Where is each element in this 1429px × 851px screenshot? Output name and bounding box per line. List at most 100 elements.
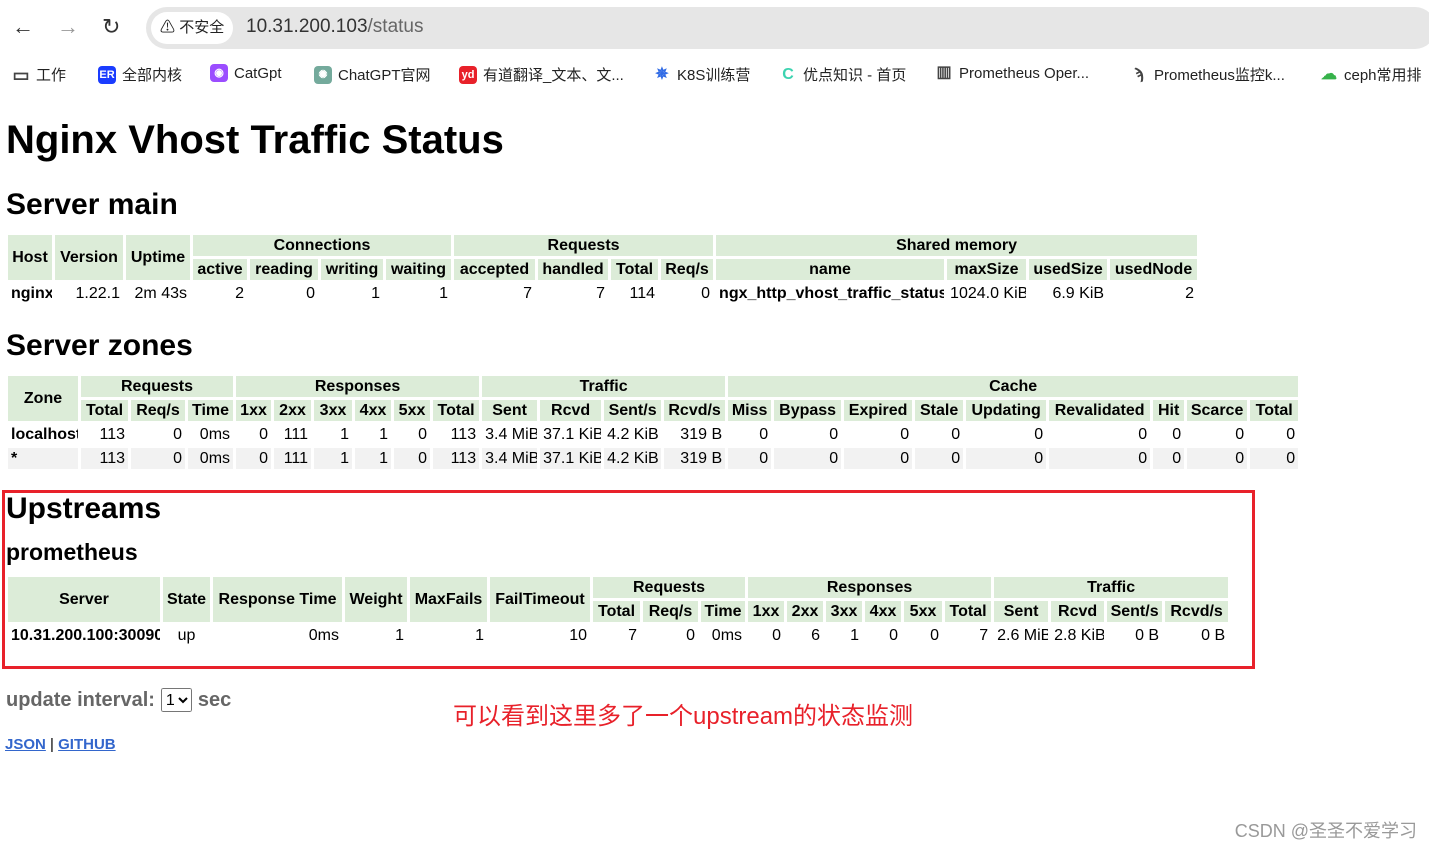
table-cell: 2m 43s: [134, 284, 187, 302]
column-header: Response Time: [213, 577, 342, 622]
column-header: Version: [55, 235, 123, 280]
table-cell: 7: [523, 284, 533, 302]
table-cell: 1: [355, 448, 392, 469]
header-row: Total Req/s Time 1xx 2xx 3xx 4xx 5xx Total Sent Rc…: [8, 400, 1299, 421]
table-cell: 113: [99, 425, 125, 443]
github-link[interactable]: GITHUB: [58, 736, 116, 753]
column-header: writing: [321, 259, 383, 280]
table-cell: 6.9 KiB: [1052, 284, 1105, 302]
column-header: Req/s: [661, 259, 714, 280]
back-icon[interactable]: ←: [12, 14, 34, 40]
table-cell: 0ms: [188, 448, 234, 469]
bookmark-item[interactable]: yd 有道翻译_文本、文...: [459, 64, 624, 85]
table-cell: 111: [283, 425, 309, 443]
table-cell: 2.8 KiB: [1054, 626, 1105, 644]
table-cell: 1: [439, 284, 449, 302]
table-row: nginx 1.22.1 2m 43s 2 0 1 1 7 7 114 0 ngx_http_vhos…: [8, 283, 1197, 304]
column-header: Rcvd/s: [664, 400, 726, 421]
table-row: 10.31.200.100:30090 up 0ms 1 1 10 7 0 0ms 0 6 1 0 0 7 2…: [8, 625, 1228, 646]
column-header: Zone: [8, 376, 78, 421]
table-cell: 0: [418, 425, 428, 443]
page-title: Nginx Vhost Traffic Status: [6, 118, 504, 162]
column-header: Connections: [193, 235, 452, 256]
table-cell: 0: [236, 448, 272, 469]
column-header: Total: [1250, 400, 1299, 421]
column-header: Total: [945, 601, 992, 622]
table-cell: 7: [979, 626, 989, 644]
column-header: Sent/s: [604, 400, 662, 421]
column-header: Traffic: [482, 376, 726, 397]
update-interval: update interval: 1 sec: [6, 688, 231, 712]
table-cell: 4.2 KiB: [604, 448, 662, 469]
browser-chrome: ← → ↻ ⚠ 不安全 10.31.200.103/status ▭ 工作 ER 全部…: [0, 0, 1429, 96]
security-chip[interactable]: ⚠ 不安全: [151, 12, 234, 44]
column-header: Sent: [994, 601, 1049, 622]
header-row: Server State Response Time Weight MaxFails Fa…: [8, 577, 1229, 622]
table-cell: 1.22.1: [75, 284, 120, 302]
table-cell: 2.6 MiB: [997, 626, 1049, 644]
forward-icon[interactable]: →: [57, 14, 79, 40]
table-cell: 319 B: [664, 448, 726, 469]
upstream-name: prometheus: [6, 539, 138, 565]
bookmark-item[interactable]: ◉ CatGpt: [210, 64, 282, 82]
column-header: Hit: [1153, 400, 1185, 421]
update-interval-select[interactable]: 1: [160, 688, 192, 712]
table-cell: 0: [1034, 425, 1044, 443]
column-header: Server: [8, 577, 160, 622]
column-header: 2xx: [787, 601, 824, 622]
table-cell: 0 B: [1135, 626, 1160, 644]
column-header: waiting: [386, 259, 452, 280]
table-cell: 6: [811, 626, 821, 644]
table-cell: 1: [379, 425, 389, 443]
column-header: 4xx: [355, 400, 392, 421]
bookmark-item[interactable]: C 优点知识 - 首页: [779, 64, 906, 85]
url-text[interactable]: 10.31.200.103/status: [246, 16, 424, 38]
column-header: Req/s: [131, 400, 185, 421]
bookmark-item[interactable]: ✺ ChatGPT官网: [314, 64, 431, 85]
warning-icon: ⚠: [160, 19, 176, 36]
table-cell: 1: [371, 284, 380, 302]
column-header: usedSize: [1029, 259, 1108, 280]
column-header: name: [716, 259, 945, 280]
bookmark-item[interactable]: ✵ K8S训练营: [653, 64, 750, 85]
table-cell: 4.2 KiB: [607, 425, 659, 443]
bookmark-item[interactable]: ER 全部内核: [98, 64, 182, 85]
column-header: Requests: [454, 235, 714, 256]
table-cell: 1: [314, 448, 353, 469]
column-header: 4xx: [865, 601, 902, 622]
table-cell: 2: [235, 284, 244, 302]
footer-links: JSON | GITHUB: [5, 736, 116, 753]
column-header: Total: [81, 400, 128, 421]
server-main-table: Host Version Uptime Connections Requests Shar…: [5, 232, 1200, 307]
table-cell: 0: [686, 626, 695, 644]
json-link[interactable]: JSON: [5, 736, 46, 753]
table-cell: 0: [306, 284, 315, 302]
table-cell: 0: [1172, 425, 1182, 443]
table-cell: 0: [259, 425, 269, 443]
bookmark-item[interactable]: ▥ Prometheus Oper...: [935, 64, 1089, 82]
column-header: handled: [538, 259, 609, 280]
table-cell: 1: [475, 626, 484, 644]
table-cell: 1024.0 KiB: [950, 284, 1027, 302]
column-header: Cache: [728, 376, 1299, 397]
table-cell: 0: [1235, 425, 1245, 443]
address-bar[interactable]: ⚠ 不安全 10.31.200.103/status: [146, 7, 1429, 49]
table-cell: 319 B: [680, 425, 723, 443]
table-cell: 1: [340, 425, 350, 443]
table-cell: 0ms: [199, 425, 231, 443]
table-cell: 0ms: [308, 626, 339, 644]
column-header: Stale: [915, 400, 964, 421]
bookmark-item[interactable]: ☁ ceph常用排: [1320, 64, 1422, 85]
column-header: State: [163, 577, 210, 622]
reload-icon[interactable]: ↻: [102, 14, 120, 40]
column-header: Bypass: [774, 400, 842, 421]
table-cell: 0: [394, 448, 431, 469]
column-header: Revalidated: [1049, 400, 1151, 421]
table-row: * 113 0 0ms 0 111 1 1 0 113 3.4 MiB 37.1 KiB 4.2 KiB…: [8, 448, 1299, 469]
column-header: Requests: [81, 376, 234, 397]
er-icon: ER: [98, 65, 116, 84]
bookmark-item[interactable]: ▭ 工作: [12, 64, 66, 85]
column-header: Total: [611, 259, 659, 280]
bookmark-item[interactable]: ϡ Prometheus监控k...: [1130, 64, 1285, 85]
youdianzhishi-icon: C: [782, 65, 794, 83]
